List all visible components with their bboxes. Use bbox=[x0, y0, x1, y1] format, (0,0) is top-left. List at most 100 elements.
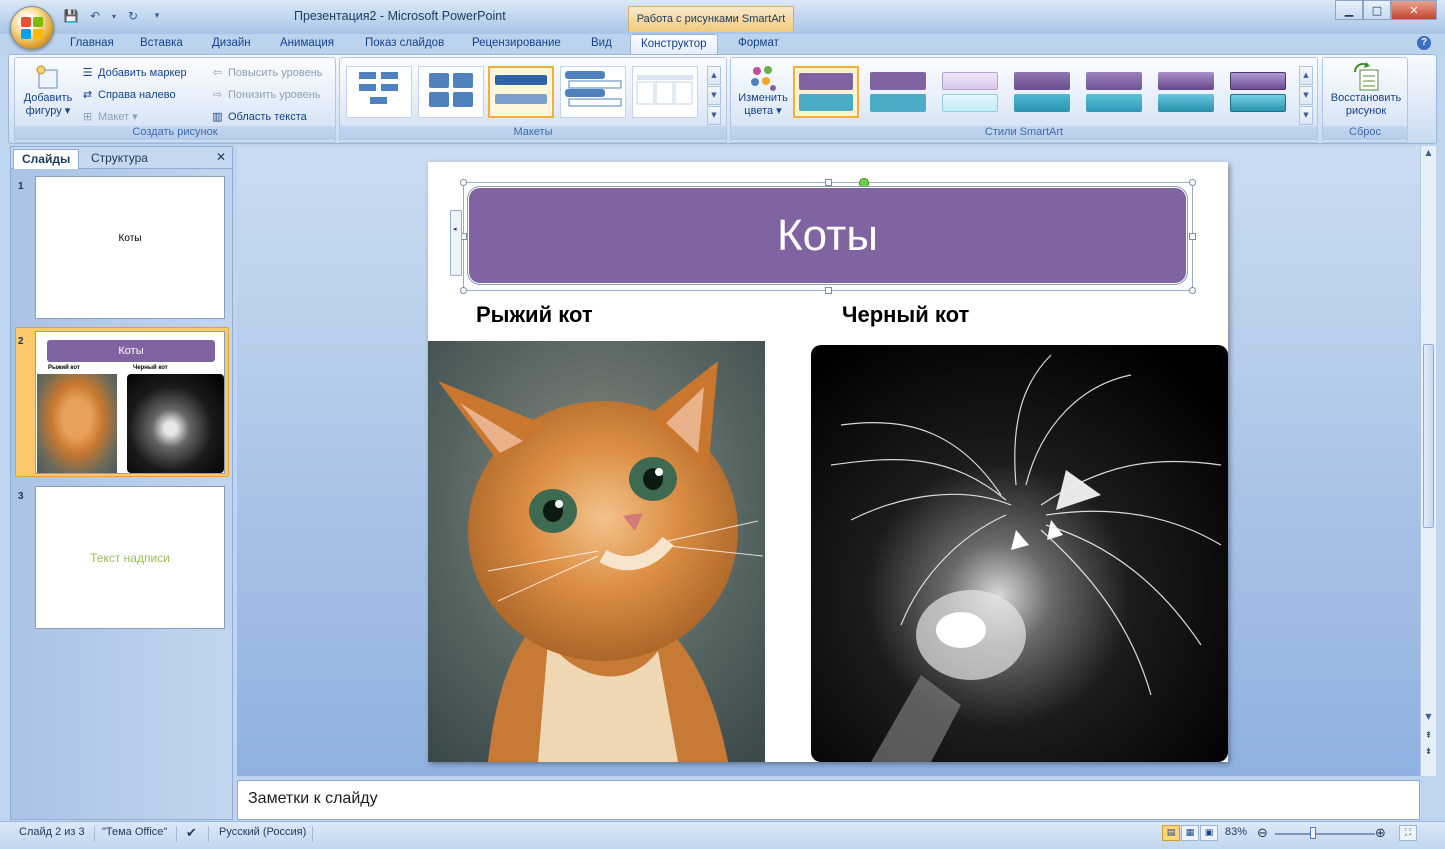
styles-gallery-up-icon[interactable]: ▲ bbox=[1299, 66, 1313, 85]
status-separator bbox=[312, 826, 313, 842]
smartart-style-3[interactable] bbox=[937, 66, 1003, 118]
zoom-slider-thumb[interactable] bbox=[1310, 827, 1316, 839]
close-button[interactable]: ✕ bbox=[1391, 0, 1437, 20]
text-pane-label: Область текста bbox=[228, 110, 307, 123]
smartart-style-4[interactable] bbox=[1009, 66, 1075, 118]
minimize-button[interactable]: ▁ bbox=[1335, 0, 1363, 20]
layout-thumb-3[interactable] bbox=[488, 66, 554, 118]
vertical-scrollbar[interactable]: ▲ ▼ ⇞ ⇟ bbox=[1420, 146, 1436, 776]
reset-graphic-label-2: рисунок bbox=[1345, 105, 1387, 117]
status-separator bbox=[208, 826, 209, 842]
resize-handle-se[interactable] bbox=[1189, 287, 1196, 294]
zoom-in-icon[interactable]: ⊕ bbox=[1375, 826, 1386, 841]
tab-design[interactable]: Дизайн bbox=[202, 34, 261, 54]
reset-graphic-button[interactable]: Восстановить рисунок bbox=[1325, 62, 1407, 118]
tab-animation[interactable]: Анимация bbox=[270, 34, 344, 54]
caption-black-cat[interactable]: Черный кот bbox=[842, 302, 969, 328]
promote-button[interactable]: ⇦ Повысить уровень bbox=[211, 66, 323, 79]
layout-thumb-2[interactable] bbox=[418, 66, 484, 118]
layout-thumb-1[interactable] bbox=[346, 66, 412, 118]
smartart-style-2[interactable] bbox=[865, 66, 931, 118]
resize-handle-ne[interactable] bbox=[1189, 179, 1196, 186]
next-slide-icon[interactable]: ⇟ bbox=[1423, 747, 1434, 761]
slide-thumbnail-2[interactable]: Коты Рыжий кот Черный кот bbox=[35, 331, 225, 474]
save-icon[interactable]: 💾 bbox=[62, 8, 80, 24]
zoom-out-icon[interactable]: ⊖ bbox=[1257, 826, 1268, 841]
undo-icon[interactable]: ↶ bbox=[86, 8, 104, 24]
scroll-down-icon[interactable]: ▼ bbox=[1423, 712, 1434, 724]
resize-handle-n[interactable] bbox=[825, 179, 832, 186]
zoom-level[interactable]: 83% bbox=[1225, 826, 1247, 838]
layout-thumb-4[interactable] bbox=[560, 66, 626, 118]
tab-review[interactable]: Рецензирование bbox=[462, 34, 571, 54]
scroll-up-icon[interactable]: ▲ bbox=[1423, 148, 1434, 160]
fit-to-window-icon[interactable]: ⛶ bbox=[1399, 825, 1417, 841]
styles-gallery-more-icon[interactable]: ▼ bbox=[1299, 106, 1313, 125]
close-pane-icon[interactable]: ✕ bbox=[216, 150, 226, 164]
tab-outline[interactable]: Структура bbox=[83, 149, 156, 169]
gallery-down-icon[interactable]: ▼ bbox=[707, 86, 721, 105]
smartart-style-6[interactable] bbox=[1153, 66, 1219, 118]
office-button[interactable] bbox=[10, 6, 54, 50]
status-separator bbox=[176, 826, 177, 842]
text-pane-toggle[interactable]: ◂ bbox=[450, 210, 462, 276]
layout-label: Макет ▾ bbox=[98, 111, 138, 123]
customize-qat-icon[interactable]: ▾ bbox=[148, 8, 166, 24]
tab-slideshow[interactable]: Показ слайдов bbox=[355, 34, 454, 54]
layouts-gallery-scroll[interactable]: ▲ ▼ ▼ bbox=[707, 66, 721, 125]
group-layouts: ▲ ▼ ▼ Макеты bbox=[339, 57, 727, 143]
ginger-cat-photo[interactable] bbox=[428, 341, 765, 762]
text-pane-button[interactable]: ▥ Область текста bbox=[211, 110, 307, 123]
status-theme[interactable]: "Тема Office" bbox=[102, 826, 167, 838]
notes-pane[interactable]: Заметки к слайду bbox=[237, 780, 1420, 820]
slideshow-view-icon[interactable]: ▣ bbox=[1200, 825, 1218, 841]
smartart-style-1[interactable] bbox=[793, 66, 859, 118]
slide-thumbnail-1[interactable]: Коты bbox=[35, 176, 225, 319]
scroll-thumb[interactable] bbox=[1423, 344, 1434, 528]
spell-check-icon[interactable]: ✔ bbox=[186, 826, 197, 841]
right-to-left-button[interactable]: ⇄ Справа налево bbox=[81, 88, 176, 101]
smartart-style-5[interactable] bbox=[1081, 66, 1147, 118]
zoom-slider-track[interactable] bbox=[1275, 833, 1375, 835]
styles-gallery-down-icon[interactable]: ▼ bbox=[1299, 86, 1313, 105]
undo-dropdown-icon[interactable]: ▾ bbox=[110, 8, 118, 24]
normal-view-icon[interactable]: ▤ bbox=[1162, 825, 1180, 841]
tab-home[interactable]: Главная bbox=[60, 34, 124, 54]
demote-button[interactable]: ⇨ Понизить уровень bbox=[211, 88, 321, 101]
right-to-left-label: Справа налево bbox=[98, 88, 176, 101]
tab-view[interactable]: Вид bbox=[581, 34, 622, 54]
status-language[interactable]: Русский (Россия) bbox=[219, 826, 306, 838]
promote-label: Повысить уровень bbox=[228, 66, 323, 79]
previous-slide-icon[interactable]: ⇞ bbox=[1423, 731, 1434, 745]
gallery-up-icon[interactable]: ▲ bbox=[707, 66, 721, 85]
resize-handle-sw[interactable] bbox=[460, 287, 467, 294]
redo-icon[interactable]: ↻ bbox=[124, 8, 142, 24]
tab-slides[interactable]: Слайды bbox=[13, 149, 80, 169]
resize-handle-s[interactable] bbox=[825, 287, 832, 294]
resize-handle-e[interactable] bbox=[1189, 233, 1196, 240]
tab-smartart-design[interactable]: Конструктор bbox=[630, 34, 718, 54]
slide-sorter-view-icon[interactable]: ▦ bbox=[1181, 825, 1199, 841]
tab-format[interactable]: Формат bbox=[728, 34, 789, 54]
caption-ginger-cat[interactable]: Рыжий кот bbox=[476, 302, 593, 328]
add-bullet-button[interactable]: ☰ Добавить маркер bbox=[81, 66, 187, 79]
black-cat-photo[interactable] bbox=[811, 345, 1228, 762]
slide-thumbnail-3[interactable]: Текст надписи bbox=[35, 486, 225, 629]
smartart-title-shape[interactable]: Коты bbox=[468, 187, 1187, 284]
office-logo-icon bbox=[21, 17, 43, 39]
help-icon[interactable]: ? bbox=[1417, 36, 1431, 50]
change-colors-button[interactable]: Изменить цвета ▾ bbox=[735, 64, 791, 118]
group-create-graphic: Добавить фигуру ▾ ☰ Добавить маркер ⇄ Сп… bbox=[14, 57, 336, 143]
layout-thumb-5[interactable] bbox=[632, 66, 698, 118]
ribbon: Добавить фигуру ▾ ☰ Добавить маркер ⇄ Сп… bbox=[8, 54, 1437, 144]
styles-gallery-scroll[interactable]: ▲ ▼ ▼ bbox=[1299, 66, 1313, 125]
demote-icon: ⇨ bbox=[212, 88, 223, 101]
maximize-button[interactable]: □ bbox=[1363, 0, 1391, 20]
layout-dropdown[interactable]: ⊞ Макет ▾ bbox=[81, 110, 138, 123]
smartart-style-7[interactable] bbox=[1225, 66, 1291, 118]
add-shape-button[interactable]: Добавить фигуру ▾ bbox=[19, 64, 77, 118]
context-tab-title: Работа с рисунками SmartArt bbox=[628, 6, 794, 32]
tab-insert[interactable]: Вставка bbox=[130, 34, 193, 54]
resize-handle-nw[interactable] bbox=[460, 179, 467, 186]
gallery-more-icon[interactable]: ▼ bbox=[707, 106, 721, 125]
